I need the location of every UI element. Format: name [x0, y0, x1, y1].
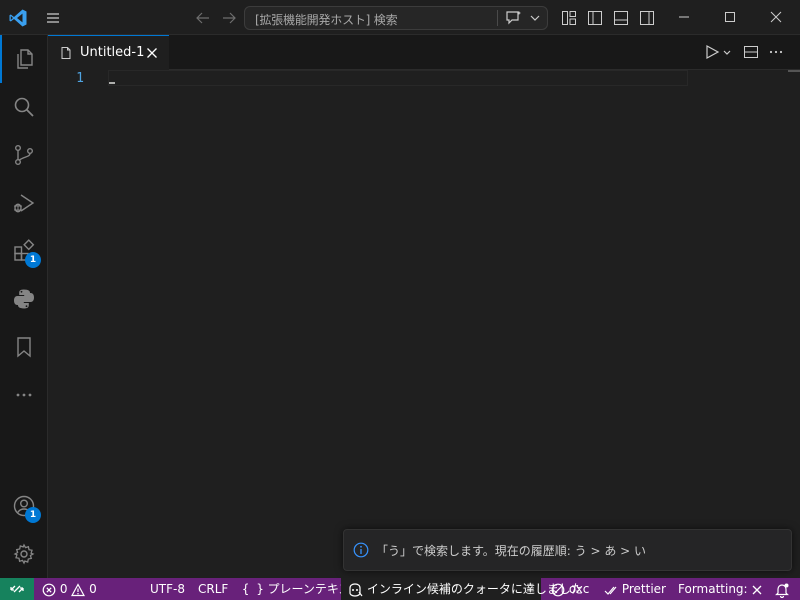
explorer-button[interactable]: [0, 35, 48, 83]
copilot-chat-icon[interactable]: [504, 9, 524, 27]
split-editor-icon[interactable]: [743, 44, 759, 60]
more-horizontal-icon: [16, 393, 32, 397]
more-views-button[interactable]: [0, 371, 48, 419]
bookmarks-button[interactable]: [0, 323, 48, 371]
extensions-button[interactable]: 1: [0, 227, 48, 275]
files-icon: [17, 49, 33, 69]
accounts-button[interactable]: 1: [0, 482, 48, 530]
error-count: 0: [59, 582, 68, 596]
minimize-icon[interactable]: [677, 10, 691, 24]
copilot-status[interactable]: インライン候補のクォータに達しました: [347, 578, 583, 600]
editor-area[interactable]: 1: [48, 70, 800, 578]
info-icon: [353, 542, 369, 558]
bell-icon: [775, 583, 789, 598]
back-arrow-icon[interactable]: [194, 9, 212, 27]
tab-label: Untitled-1: [80, 45, 145, 60]
forward-arrow-icon[interactable]: [220, 9, 238, 27]
warning-icon: [71, 582, 86, 596]
extensions-badge: 1: [25, 252, 41, 268]
scrollbar[interactable]: [788, 70, 800, 72]
text-cursor: [109, 82, 115, 84]
double-check-icon: [604, 586, 617, 595]
maximize-icon[interactable]: [723, 10, 737, 24]
toggle-primary-sidebar-icon[interactable]: [586, 9, 604, 27]
warning-count: 0: [89, 582, 97, 596]
close-small-icon: [752, 585, 762, 594]
status-bar: 0 0 UTF-8 CRLF { } プレーンテキスト インライン候補のクォータ…: [0, 578, 800, 600]
problems-indicator[interactable]: 0 0: [42, 578, 97, 600]
command-center-text: [拡張機能開発ホスト] 検索: [255, 13, 398, 27]
eol-selector[interactable]: CRLF: [198, 578, 228, 600]
more-actions-icon[interactable]: [768, 44, 784, 60]
formatting-status[interactable]: Formatting:: [678, 578, 763, 600]
tab-untitled-1[interactable]: Untitled-1: [48, 35, 169, 70]
prettier-status[interactable]: Prettier: [604, 578, 666, 600]
manage-button[interactable]: [0, 530, 48, 578]
prettier-label: Prettier: [621, 582, 666, 596]
run-icon[interactable]: [704, 44, 720, 60]
bookmark-icon: [17, 337, 31, 358]
formatting-label: Formatting:: [678, 582, 748, 596]
oxc-label: oxc: [568, 582, 590, 596]
search-button[interactable]: [0, 83, 48, 131]
toggle-panel-icon[interactable]: [612, 9, 630, 27]
chevron-down-icon[interactable]: [529, 12, 541, 24]
notification-message: 「う」で検索します。現在の履歴順: う > あ > い: [376, 544, 647, 558]
notification-toast[interactable]: 「う」で検索します。現在の履歴順: う > あ > い: [343, 529, 792, 571]
customize-layout-icon[interactable]: [560, 9, 578, 27]
current-line-highlight: [108, 70, 688, 86]
active-indicator: [0, 35, 2, 83]
search-icon: [14, 97, 34, 117]
line-number: 1: [76, 71, 84, 86]
file-icon: [59, 46, 73, 60]
braces-icon: { }: [242, 582, 264, 596]
command-center-divider: [497, 10, 498, 26]
copilot-icon: [349, 582, 363, 597]
oxc-status[interactable]: oxc: [551, 578, 589, 600]
run-options-chevron-icon[interactable]: [722, 44, 732, 60]
encoding-selector[interactable]: UTF-8: [150, 578, 185, 600]
run-and-debug-button[interactable]: [0, 179, 48, 227]
toggle-secondary-sidebar-icon[interactable]: [638, 9, 656, 27]
close-window-icon[interactable]: [769, 10, 783, 24]
source-control-button[interactable]: [0, 131, 48, 179]
vscode-logo-icon: [8, 8, 28, 28]
python-button[interactable]: [0, 275, 48, 323]
notifications-button[interactable]: [774, 578, 790, 600]
source-control-icon: [15, 145, 33, 166]
remote-icon: [10, 585, 24, 593]
accounts-badge: 1: [25, 507, 41, 523]
remote-indicator[interactable]: [0, 578, 34, 600]
menu-icon[interactable]: [44, 9, 62, 27]
close-icon[interactable]: [146, 47, 158, 59]
editor-tab-bar: Untitled-1: [48, 35, 800, 70]
prohibited-icon: [551, 583, 565, 596]
python-icon: [14, 289, 34, 309]
title-bar: [拡張機能開発ホスト] 検索: [0, 0, 800, 35]
error-icon: [42, 583, 56, 596]
command-center-search[interactable]: [拡張機能開発ホスト] 検索: [244, 6, 548, 30]
gear-icon: [13, 543, 35, 565]
run-debug-icon: [14, 194, 35, 213]
activity-bar: 1 1: [0, 35, 48, 578]
